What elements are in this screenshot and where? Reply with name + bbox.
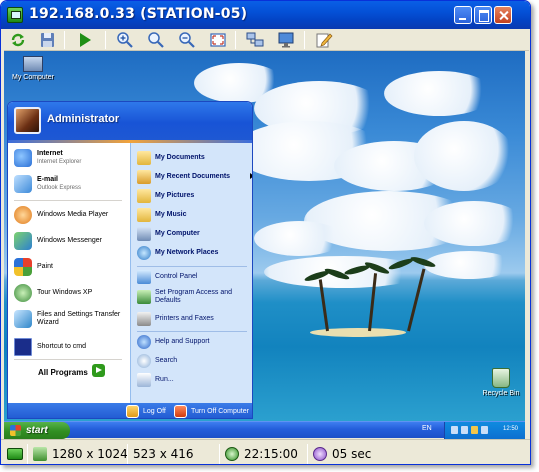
close-button[interactable] bbox=[494, 6, 512, 24]
log-off-button[interactable]: Log Off bbox=[126, 405, 166, 418]
my-documents-icon bbox=[137, 151, 151, 165]
all-programs-button[interactable]: All Programs bbox=[38, 368, 88, 377]
run-icon bbox=[137, 373, 151, 387]
email-icon bbox=[14, 175, 32, 193]
language-indicator[interactable]: EN bbox=[422, 425, 432, 432]
internet-explorer-icon bbox=[14, 149, 32, 167]
monitor-icon[interactable] bbox=[276, 31, 296, 49]
place-my-pictures[interactable]: My Pictures bbox=[137, 189, 252, 203]
help-icon bbox=[137, 335, 151, 349]
printers-icon bbox=[137, 312, 151, 326]
connection-icon bbox=[7, 448, 23, 460]
start-item-transfer-wizard[interactable]: Files and Settings Transfer Wizard bbox=[14, 310, 128, 328]
refresh-icon[interactable] bbox=[8, 31, 28, 49]
network-icon[interactable] bbox=[245, 31, 265, 49]
place-network-places[interactable]: My Network Places bbox=[137, 246, 252, 260]
my-pictures-icon bbox=[137, 189, 151, 203]
desktop-icon-recycle-bin[interactable]: Recycle Bin bbox=[480, 368, 522, 397]
desktop-icon-my-computer[interactable]: My Computer bbox=[10, 56, 56, 81]
resolution-icon bbox=[33, 447, 47, 461]
tray-network-icon[interactable] bbox=[451, 426, 458, 434]
place-control-panel[interactable]: Control Panel bbox=[137, 270, 252, 284]
play-icon[interactable] bbox=[75, 31, 95, 49]
start-menu-programs: Internet Internet Explorer E-mail Outlook … bbox=[8, 143, 130, 403]
place-my-computer[interactable]: My Computer bbox=[137, 227, 252, 241]
zoom-icon[interactable] bbox=[146, 31, 166, 49]
status-session-time: 22:15:00 bbox=[225, 445, 298, 463]
windows-logo-icon bbox=[10, 425, 21, 436]
media-player-icon bbox=[14, 206, 32, 224]
start-item-internet[interactable]: Internet Internet Explorer bbox=[14, 149, 128, 167]
place-printers[interactable]: Printers and Faxes bbox=[137, 312, 252, 326]
avatar[interactable] bbox=[14, 107, 41, 134]
remote-taskbar: start EN 12:50 bbox=[4, 421, 525, 439]
place-my-documents[interactable]: My Documents bbox=[137, 151, 252, 165]
start-item-messenger[interactable]: Windows Messenger bbox=[14, 232, 128, 250]
command-prompt-icon bbox=[14, 338, 32, 356]
user-name: Administrator bbox=[47, 113, 120, 125]
turn-off-button[interactable]: Turn Off Computer bbox=[174, 405, 249, 418]
start-menu-header: Administrator bbox=[8, 102, 252, 140]
tray-display-icon[interactable] bbox=[481, 426, 488, 434]
log-off-icon bbox=[126, 405, 139, 418]
save-icon[interactable] bbox=[38, 31, 58, 49]
submenu-arrow-icon bbox=[250, 173, 252, 179]
remote-desktop[interactable]: My Computer Recycle Bin Administrator In… bbox=[4, 51, 525, 421]
start-item-email[interactable]: E-mail Outlook Express bbox=[14, 175, 128, 193]
status-connection bbox=[7, 445, 23, 463]
place-run[interactable]: Run... bbox=[137, 373, 252, 387]
recent-documents-icon bbox=[137, 170, 151, 184]
search-icon bbox=[137, 354, 151, 368]
start-item-media-player[interactable]: Windows Media Player bbox=[14, 206, 128, 224]
my-computer-icon bbox=[23, 56, 43, 72]
start-item-tour[interactable]: Tour Windows XP bbox=[14, 284, 128, 302]
start-menu-footer: Log Off Turn Off Computer bbox=[8, 403, 252, 418]
status-screen-resolution: 1280 x 1024 bbox=[33, 445, 128, 463]
status-refresh-interval: 05 sec bbox=[313, 445, 371, 463]
my-computer-icon bbox=[137, 227, 151, 241]
recycle-bin-icon bbox=[492, 368, 510, 388]
system-tray: 12:50 bbox=[444, 422, 525, 439]
tray-clock: 12:50 bbox=[503, 426, 519, 432]
start-menu-places: My Documents My Recent Documents My Pict… bbox=[130, 143, 252, 403]
place-program-access[interactable]: Set Program Access and Defaults bbox=[137, 289, 252, 305]
control-panel-icon bbox=[137, 270, 151, 284]
status-view-size: 523 x 416 bbox=[133, 447, 194, 461]
place-my-music[interactable]: My Music bbox=[137, 208, 252, 222]
program-access-icon bbox=[137, 290, 151, 304]
start-item-cmd[interactable]: Shortcut to cmd bbox=[14, 338, 128, 356]
my-music-icon bbox=[137, 208, 151, 222]
window-title: 192.168.0.33 (STATION-05) bbox=[29, 6, 248, 22]
place-search[interactable]: Search bbox=[137, 354, 252, 368]
zoom-in-icon[interactable] bbox=[115, 31, 135, 49]
messenger-icon bbox=[14, 232, 32, 250]
tour-icon bbox=[14, 284, 32, 302]
maximize-button[interactable] bbox=[474, 6, 492, 24]
place-help[interactable]: Help and Support bbox=[137, 335, 252, 349]
start-menu: Administrator Internet Internet Explorer … bbox=[7, 101, 253, 419]
clock-icon bbox=[225, 447, 239, 461]
network-places-icon bbox=[137, 246, 151, 260]
remote-desktop-icon bbox=[7, 7, 23, 23]
island bbox=[310, 328, 406, 337]
all-programs-arrow-icon[interactable] bbox=[92, 364, 105, 377]
tray-volume-icon[interactable] bbox=[461, 426, 468, 434]
minimize-button[interactable] bbox=[454, 6, 472, 24]
transfer-wizard-icon bbox=[14, 310, 32, 328]
tray-security-icon[interactable] bbox=[471, 426, 478, 434]
power-icon bbox=[174, 405, 187, 418]
status-bar: 1280 x 1024 523 x 416 22:15:00 05 sec bbox=[1, 439, 530, 464]
start-button[interactable]: start bbox=[4, 422, 70, 439]
fit-screen-icon[interactable] bbox=[208, 31, 228, 49]
timer-icon bbox=[313, 447, 327, 461]
viewer-window: 192.168.0.33 (STATION-05) My Computer Re… bbox=[0, 0, 531, 465]
zoom-out-icon[interactable] bbox=[177, 31, 197, 49]
toolbar bbox=[4, 29, 529, 51]
edit-icon[interactable] bbox=[314, 31, 334, 49]
start-item-paint[interactable]: Paint bbox=[14, 258, 128, 276]
paint-icon bbox=[14, 258, 32, 276]
title-bar[interactable]: 192.168.0.33 (STATION-05) bbox=[1, 1, 530, 29]
place-recent-documents[interactable]: My Recent Documents bbox=[137, 170, 252, 184]
